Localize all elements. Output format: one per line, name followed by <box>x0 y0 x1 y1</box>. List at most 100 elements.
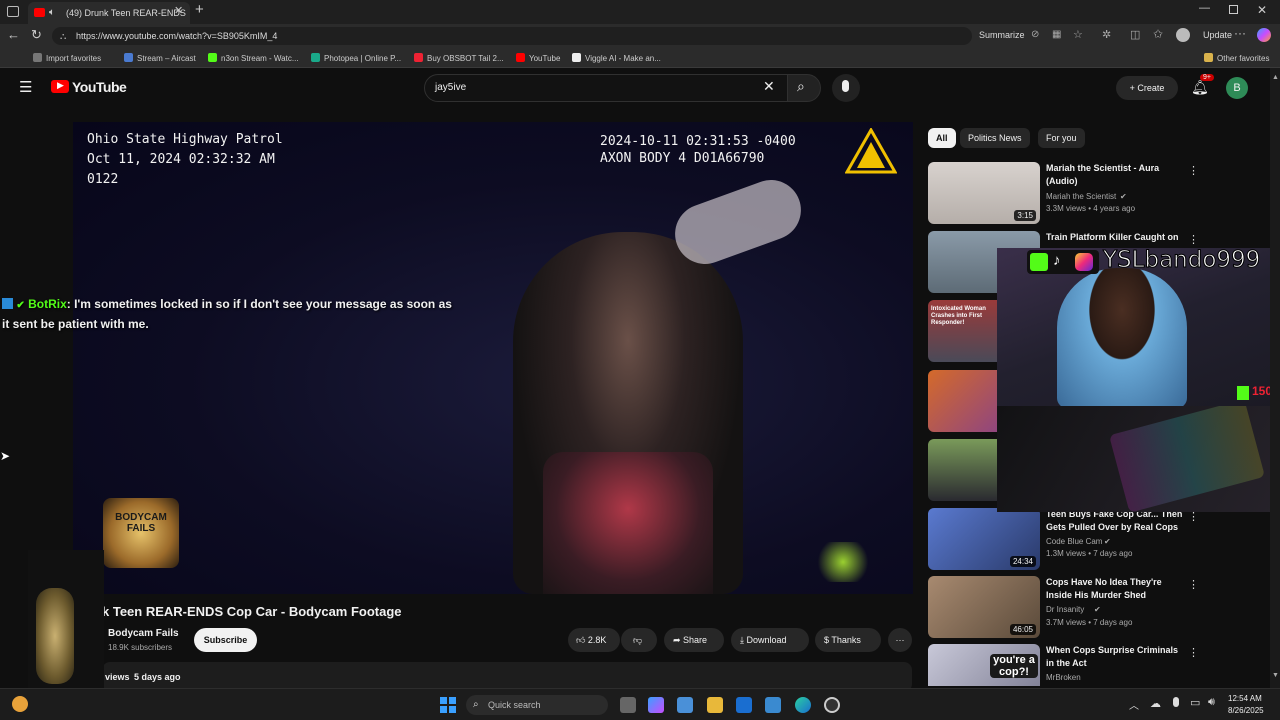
chip-all[interactable]: All <box>928 128 956 148</box>
dislike-button[interactable]: 👎︎ <box>621 628 657 652</box>
video-title: k Teen REAR-ENDS Cop Car - Bodycam Foota… <box>102 604 402 619</box>
microphone-tray-icon[interactable] <box>1173 697 1179 707</box>
bookmark-import-favorites[interactable]: Import favorites <box>33 53 101 63</box>
scroll-up-icon[interactable]: ▲ <box>1272 74 1279 81</box>
voice-search-button[interactable] <box>832 74 860 102</box>
url-field[interactable]: ⛬ https://www.youtube.com/watch?v=SB905K… <box>52 27 972 45</box>
copilot-app-icon[interactable] <box>648 697 664 713</box>
bookmark-other-favorites[interactable]: Other favorites <box>1204 53 1269 63</box>
youtube-favicon-icon <box>34 8 45 17</box>
tab-title: (49) Drunk Teen REAR-ENDS <box>66 8 186 18</box>
create-button[interactable]: + Create <box>1116 76 1178 100</box>
outlook-icon[interactable] <box>736 697 752 713</box>
share-button[interactable]: ➦ Share <box>664 628 724 652</box>
rec-video-1[interactable]: 3:15 Mariah the Scientist - Aura (Audio)… <box>928 162 1268 226</box>
extensions-icon[interactable]: ✲ <box>1102 28 1111 41</box>
youtube-icon <box>516 53 525 62</box>
page-scrollbar[interactable]: ▲ ▼ <box>1270 68 1280 688</box>
rec-menu-icon[interactable]: ⋮ <box>1188 646 1199 659</box>
more-actions-button[interactable]: ··· <box>888 628 912 652</box>
download-button[interactable]: ⤓ Download <box>731 628 809 652</box>
rec-video-6[interactable]: 24:34 Teen Buys Fake Cop Car... Then Get… <box>928 508 1268 572</box>
bookmark-youtube[interactable]: YouTube <box>516 53 560 63</box>
split-screen-icon[interactable]: ◫ <box>1130 28 1140 41</box>
rec-menu-icon[interactable]: ⋮ <box>1188 578 1199 591</box>
minimize-icon[interactable]: — <box>1199 2 1210 14</box>
rec-thumbnail[interactable]: you're a cop?! <box>928 644 1040 686</box>
bookmark-obsbot[interactable]: Buy OBSBOT Tail 2... <box>414 53 504 63</box>
clock-date[interactable]: 8/26/2025 <box>1228 706 1264 715</box>
task-view-icon[interactable] <box>620 697 636 713</box>
bookmark-n3on[interactable]: n3on Stream - Watc... <box>208 53 299 63</box>
speaker-icon[interactable]: 🔈︎ <box>49 2 55 24</box>
favorites-icon[interactable]: ✩ <box>1153 27 1163 41</box>
favorite-star-icon[interactable]: ☆ <box>1073 28 1083 41</box>
photos-icon[interactable] <box>765 697 781 713</box>
aircast-icon <box>124 53 133 62</box>
refresh-icon[interactable]: ↻ <box>31 27 42 43</box>
bookmark-photopea[interactable]: Photopea | Online P... <box>311 53 401 63</box>
tray-chevron-icon[interactable]: ︿ <box>1129 697 1139 712</box>
onedrive-icon[interactable]: ☁ <box>1150 697 1161 710</box>
avatar[interactable]: B <box>1226 77 1248 99</box>
thanks-button[interactable]: $ Thanks <box>815 628 881 652</box>
rec-video-8[interactable]: you're a cop?! When Cops Surprise Crimin… <box>928 644 1268 686</box>
rec-title[interactable]: Train Platform Killer Caught on <box>1046 231 1196 244</box>
rec-channel[interactable]: Dr Insanity <box>1046 605 1084 614</box>
weather-widget-icon[interactable] <box>12 696 28 712</box>
rec-thumbnail[interactable]: 3:15 <box>928 162 1040 224</box>
rec-channel[interactable]: MrBroken <box>1046 673 1081 682</box>
browser-tab-active[interactable]: 🔈︎ (49) Drunk Teen REAR-ENDS <box>28 2 190 24</box>
chip-politics-news[interactable]: Politics News <box>960 128 1030 148</box>
subscribe-button[interactable]: Subscribe <box>194 628 257 652</box>
store-icon[interactable] <box>677 697 693 713</box>
profile-icon[interactable] <box>1176 28 1190 42</box>
maximize-icon[interactable] <box>1229 5 1238 14</box>
rec-channel[interactable]: Mariah the Scientist <box>1046 192 1116 201</box>
close-window-icon[interactable]: ✕ <box>1257 3 1267 17</box>
clock-time[interactable]: 12:54 AM <box>1228 694 1262 703</box>
scroll-down-icon[interactable]: ▼ <box>1272 672 1279 679</box>
file-explorer-icon[interactable] <box>707 697 723 713</box>
channel-name[interactable]: Bodycam Fails <box>108 628 179 639</box>
rec-thumbnail[interactable]: 46:05 <box>928 576 1040 638</box>
copilot-icon[interactable] <box>1257 28 1271 42</box>
rec-title[interactable]: Mariah the Scientist - Aura (Audio) <box>1046 162 1186 188</box>
like-button[interactable]: 👍︎ 2.8K <box>568 628 620 652</box>
close-tab-icon[interactable]: ✕ <box>174 4 183 17</box>
bookmark-viggle[interactable]: Viggle AI - Make an... <box>572 53 661 63</box>
back-icon[interactable]: ← <box>7 27 20 42</box>
rec-title[interactable]: Cops Have No Idea They're Inside His Mur… <box>1046 576 1186 602</box>
clear-search-icon[interactable]: ✕ <box>763 78 775 95</box>
new-tab-icon[interactable]: + <box>195 1 204 18</box>
chip-for-you[interactable]: For you <box>1038 128 1085 148</box>
reader-icon[interactable]: ⊘ <box>1031 29 1039 40</box>
taskbar-search-icon: ⌕ <box>473 699 479 710</box>
hamburger-menu-icon[interactable]: ☰ <box>19 78 32 96</box>
more-menu-icon[interactable]: ··· <box>1234 26 1246 40</box>
edge-icon[interactable] <box>795 697 811 713</box>
video-player[interactable]: Ohio State Highway Patrol Oct 11, 2024 0… <box>73 122 913 594</box>
obs-icon[interactable] <box>824 697 840 713</box>
taskbar-search-input[interactable]: ⌕ Quick search <box>466 695 608 715</box>
url-text: https://www.youtube.com/watch?v=SB905KmI… <box>76 31 278 41</box>
update-button[interactable]: Update <box>1203 30 1232 40</box>
rec-video-7[interactable]: 46:05 Cops Have No Idea They're Inside H… <box>928 576 1268 640</box>
volume-icon[interactable]: 🔊︎ <box>1208 696 1215 709</box>
notifications-bell-icon[interactable]: 🔔︎ <box>1191 79 1209 96</box>
rec-menu-icon[interactable]: ⋮ <box>1188 164 1199 177</box>
watermark-line2: FAILS <box>126 523 156 534</box>
bookmark-aircast[interactable]: Stream – Aircast <box>124 53 196 63</box>
rec-title[interactable]: When Cops Surprise Criminals in the Act <box>1046 644 1186 670</box>
rec-menu-icon[interactable]: ⋮ <box>1188 233 1199 246</box>
search-input[interactable]: jay5ive <box>424 74 788 102</box>
verified-icon: ✔ <box>1094 605 1101 614</box>
search-button[interactable]: ⌕ <box>787 74 821 102</box>
start-button-icon[interactable] <box>440 697 456 713</box>
network-icon[interactable]: ▭ <box>1190 696 1200 709</box>
apps-icon[interactable]: ▦ <box>1052 29 1061 40</box>
window-menu-icon[interactable] <box>7 6 19 17</box>
rec-channel[interactable]: Code Blue Cam <box>1046 537 1102 546</box>
summarize-button[interactable]: Summarize <box>979 30 1025 40</box>
rec-thumbnail[interactable]: 24:34 <box>928 508 1040 570</box>
